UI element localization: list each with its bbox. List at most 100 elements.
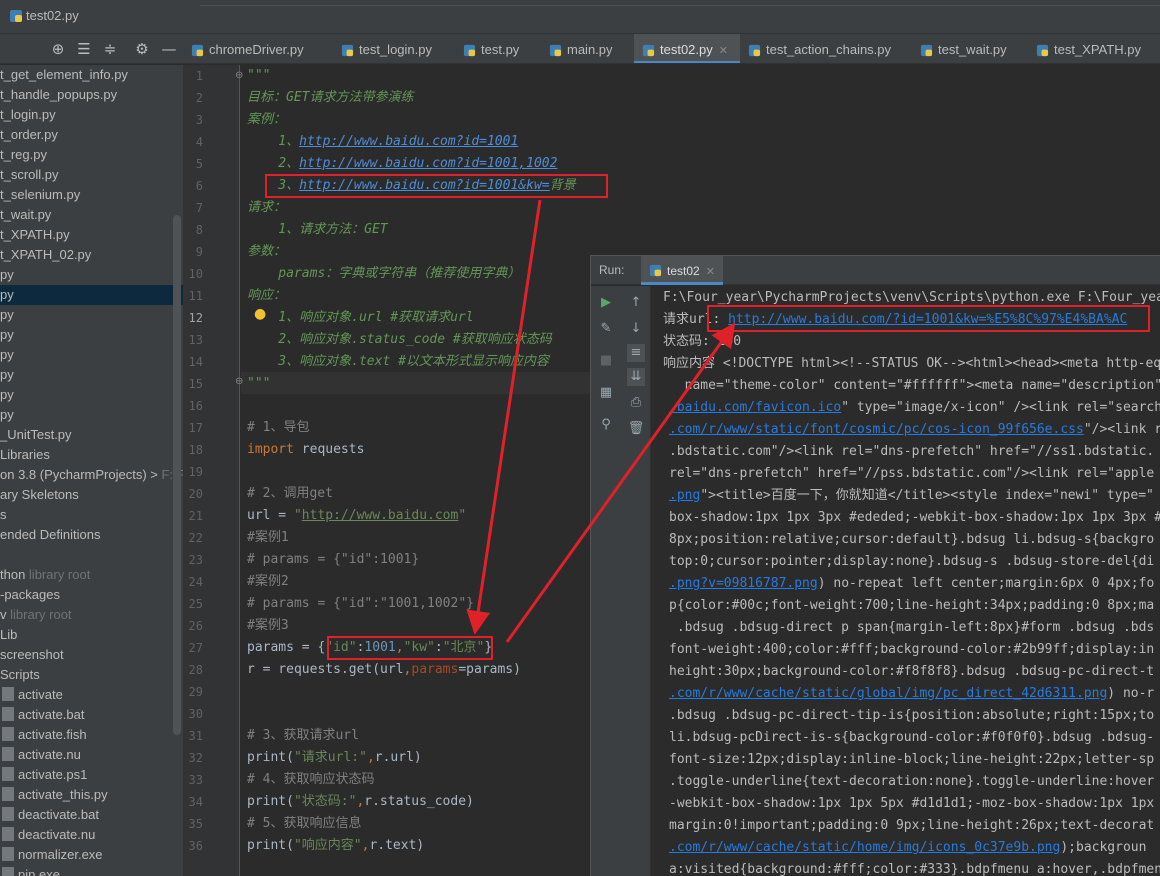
tab-main[interactable]: main.py (541, 34, 634, 63)
layout-icon[interactable]: ▦ (597, 384, 615, 402)
gear-icon[interactable]: ⚙ (133, 40, 151, 58)
console-line: rel="dns-prefetch" href="//pss.bdstatic.… (669, 466, 1155, 481)
tree-item[interactable]: Lib (0, 625, 183, 645)
tab-test02[interactable]: test02.py ✕ (634, 34, 740, 63)
collapse-all-icon[interactable]: ≑ (101, 40, 119, 58)
tree-item[interactable]: t_selenium.py (0, 185, 183, 205)
tree-item[interactable]: ary Skeletons (0, 485, 183, 505)
print-icon[interactable]: ⎙ (627, 394, 645, 412)
fold-marker-icon[interactable]: ⊖ (235, 376, 243, 387)
tree-item[interactable]: py (0, 365, 183, 385)
tree-item[interactable]: screenshot (0, 645, 183, 665)
tree-item[interactable]: pip.exe (0, 865, 183, 876)
tree-item[interactable]: activate.bat (0, 705, 183, 725)
tab-label: test_wait.py (938, 42, 1007, 57)
tab-test-login[interactable]: test_login.py (333, 34, 455, 63)
tree-item[interactable]: activate.ps1 (0, 765, 183, 785)
tree-item[interactable]: v library root (0, 605, 183, 625)
hide-panel-icon[interactable]: — (160, 40, 178, 58)
console-line: .com/r/www/cache/static/global/img/pc_di… (669, 686, 1155, 701)
tree-item[interactable]: t_login.py (0, 105, 183, 125)
lightbulb-icon[interactable]: ● (254, 306, 266, 322)
code-url-link[interactable]: http://www.baidu.com (302, 508, 459, 523)
console-line: .bdstatic.com"/><link rel="dns-prefetch"… (669, 444, 1155, 459)
line-number: 16 (188, 399, 203, 413)
pin-icon[interactable]: ⚲ (597, 416, 615, 434)
console-url-link[interactable]: .png?v=09816787.png (669, 576, 818, 591)
tree-item[interactable]: deactivate.bat (0, 805, 183, 825)
console-url-link[interactable]: .baidu.com/favicon.ico (669, 400, 841, 415)
tab-chromedriver[interactable]: chromeDriver.py (183, 34, 333, 63)
stop-icon[interactable]: ■ (597, 352, 615, 370)
console-url-link[interactable]: .com/r/www/cache/static/home/img/icons_0… (669, 840, 1060, 855)
tree-item[interactable]: t_handle_popups.py (0, 85, 183, 105)
tree-item[interactable]: py (0, 385, 183, 405)
console-url-link[interactable]: .png (669, 488, 700, 503)
tree-item[interactable]: s (0, 505, 183, 525)
fold-marker-icon[interactable]: ⊖ (235, 70, 243, 81)
tree-item[interactable]: Libraries (0, 445, 183, 465)
tree-item-label: t_login.py (0, 107, 56, 122)
tree-item[interactable]: Scripts (0, 665, 183, 685)
tree-item[interactable]: activate (0, 685, 183, 705)
tree-item[interactable]: deactivate.nu (0, 825, 183, 845)
tree-item[interactable]: -packages (0, 585, 183, 605)
tree-item[interactable]: py (0, 305, 183, 325)
tree-item[interactable]: py (0, 265, 183, 285)
tree-item[interactable]: thon library root (0, 565, 183, 585)
tree-item[interactable]: activate.fish (0, 725, 183, 745)
code-line-34: print("状态码:",r.status_code) (247, 794, 474, 809)
file-icon (2, 867, 14, 876)
tree-item[interactable]: t_get_element_info.py (0, 65, 183, 85)
tab-test-wait[interactable]: test_wait.py (912, 34, 1028, 63)
tree-item[interactable]: normalizer.exe (0, 845, 183, 865)
expand-all-icon[interactable]: ☰ (75, 40, 93, 58)
tab-label: test_action_chains.py (766, 42, 892, 57)
trash-icon[interactable]: 🗑 (627, 420, 645, 438)
wrench-icon[interactable]: ✎ (597, 320, 615, 338)
run-tab-test02[interactable]: test02 ✕ (641, 256, 723, 285)
tree-item[interactable]: t_scroll.py (0, 165, 183, 185)
soft-wrap-icon[interactable]: ≡ (627, 344, 645, 362)
scroll-to-end-icon[interactable]: ⇊ (627, 368, 645, 386)
tab-test-action-chains[interactable]: test_action_chains.py (740, 34, 912, 63)
file-icon (2, 847, 14, 861)
line-number: 36 (188, 839, 203, 853)
tree-item[interactable]: t_XPATH_02.py (0, 245, 183, 265)
tree-item-label: py (0, 387, 14, 402)
tree-item[interactable]: py (0, 325, 183, 345)
console-url-link[interactable]: .com/r/www/static/font/cosmic/pc/cos-ico… (669, 422, 1084, 437)
tree-item[interactable]: py (0, 405, 183, 425)
tree-item[interactable]: t_reg.py (0, 145, 183, 165)
console-line: top:0;cursor:pointer;display:none}.bdsug… (669, 554, 1155, 569)
tree-item[interactable]: activate.nu (0, 745, 183, 765)
rerun-icon[interactable]: ▶ (597, 294, 615, 312)
console-url-link[interactable]: .com/r/www/cache/static/global/img/pc_di… (669, 686, 1107, 701)
line-number: 7 (195, 201, 203, 215)
console-line: p{color:#00c;font-weight:700;line-height… (669, 598, 1155, 613)
close-icon[interactable]: ✕ (706, 266, 715, 278)
tree-item[interactable]: t_order.py (0, 125, 183, 145)
console-line: height:30px;background-color:#f8f8f8}.bd… (669, 664, 1155, 679)
tab-test-xpath[interactable]: test_XPATH.py (1028, 34, 1160, 63)
tree-item[interactable]: _UnitTest.py (0, 425, 183, 445)
tree-item[interactable]: on 3.8 (PycharmProjects) > F:\F (0, 465, 183, 485)
locate-target-icon[interactable]: ⊕ (49, 40, 67, 58)
tree-item[interactable]: t_XPATH.py (0, 225, 183, 245)
tree-item[interactable]: py (0, 285, 183, 305)
project-scrollbar[interactable] (173, 215, 181, 735)
arrow-down-icon[interactable]: ↓ (627, 320, 645, 338)
tab-test[interactable]: test.py (455, 34, 541, 63)
docstring-link[interactable]: http://www.baidu.com?id=1001,1002 (299, 156, 557, 171)
line-number: 33 (188, 773, 203, 787)
run-console-output[interactable]: F:\Four_year\PycharmProjects\venv\Script… (661, 286, 1160, 876)
file-icon (2, 727, 14, 741)
tree-item[interactable]: activate_this.py (0, 785, 183, 805)
docstring-link[interactable]: http://www.baidu.com?id=1001 (299, 134, 518, 149)
tree-item[interactable]: ended Definitions (0, 525, 183, 545)
tree-item[interactable] (0, 545, 183, 565)
tree-item[interactable]: py (0, 345, 183, 365)
arrow-up-icon[interactable]: ↑ (627, 294, 645, 312)
close-icon[interactable]: ✕ (719, 45, 728, 57)
tree-item[interactable]: t_wait.py (0, 205, 183, 225)
